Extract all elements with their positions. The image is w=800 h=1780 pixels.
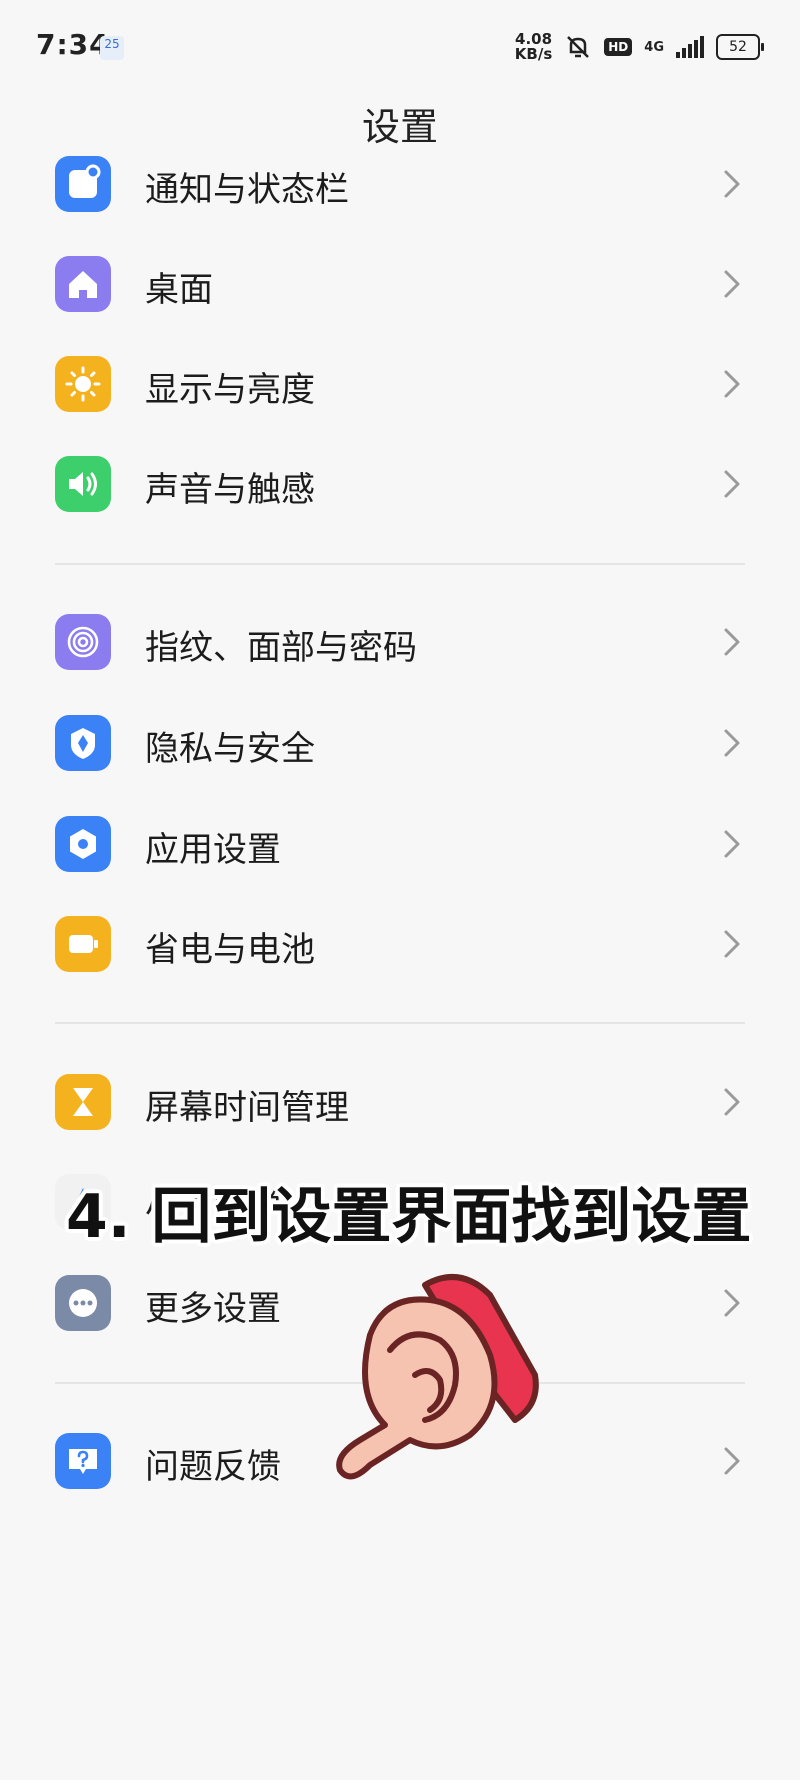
settings-item-label: 通知与状态栏 [145,170,349,210]
settings-item-sound[interactable]: 声音与触感 [0,434,800,534]
settings-item-notifications[interactable]: 通知与状态栏 [0,134,800,234]
chevron-right-icon [724,930,740,958]
chevron-right-icon [724,1289,740,1317]
home-icon [55,256,111,312]
notification-icon [55,156,111,212]
question-icon [55,1433,111,1489]
hexagon-gear-icon [55,816,111,872]
settings-item-privacy[interactable]: 隐私与安全 [0,693,800,793]
chevron-right-icon [724,1447,740,1475]
settings-item-battery[interactable]: 省电与电池 [0,894,800,994]
settings-item-label: 隐私与安全 [145,729,315,769]
settings-item-label: 更多设置 [145,1289,281,1329]
section-divider [55,1022,745,1024]
speaker-icon [55,456,111,512]
calendar-icon: 25 [100,36,124,60]
hourglass-icon [55,1074,111,1130]
section-divider [55,563,745,565]
mute-bell-icon [567,36,590,58]
chevron-right-icon [724,628,740,656]
chevron-right-icon [724,370,740,398]
battery-indicator: 52 [716,34,764,60]
settings-item-desktop[interactable]: 桌面 [0,234,800,334]
chevron-right-icon [724,830,740,858]
settings-item-label: 桌面 [145,270,213,310]
settings-item-fingerprint[interactable]: 指纹、面部与密码 [0,592,800,692]
status-time: 7:34 [36,28,110,61]
sun-icon [55,356,111,412]
chevron-right-icon [724,170,740,198]
battery-icon [55,916,111,972]
tutorial-caption: 4. 回到设置界面找到设置 [66,1182,752,1252]
network-speed: 4.08 KB/s [515,32,552,62]
chevron-right-icon [724,470,740,498]
network-speed-unit: KB/s [514,45,553,63]
settings-item-label: 屏幕时间管理 [145,1088,349,1128]
more-icon [55,1275,111,1331]
hd-badge: HD [604,38,633,56]
settings-item-display[interactable]: 显示与亮度 [0,334,800,434]
settings-item-label: 声音与触感 [145,470,315,510]
fingerprint-icon [55,614,111,670]
settings-item-label: 问题反馈 [145,1447,281,1487]
chevron-right-icon [724,270,740,298]
shield-icon [55,715,111,771]
status-bar: 7:34 25 4.08 KB/s HD 4G 52 [0,0,800,96]
settings-item-label: 应用设置 [145,830,281,870]
settings-item-label: 省电与电池 [145,930,315,970]
settings-item-apps[interactable]: 应用设置 [0,794,800,894]
chevron-right-icon [724,729,740,757]
signal-icon [676,36,704,58]
settings-item-label: 指纹、面部与密码 [145,628,417,668]
settings-item-label: 显示与亮度 [145,370,315,410]
pointing-hand-icon [336,1274,539,1480]
chevron-right-icon [724,1088,740,1116]
settings-item-screen-time[interactable]: 屏幕时间管理 [0,1052,800,1152]
status-right-group: 4.08 KB/s HD 4G 52 [515,30,764,64]
network-type: 4G [644,39,664,55]
